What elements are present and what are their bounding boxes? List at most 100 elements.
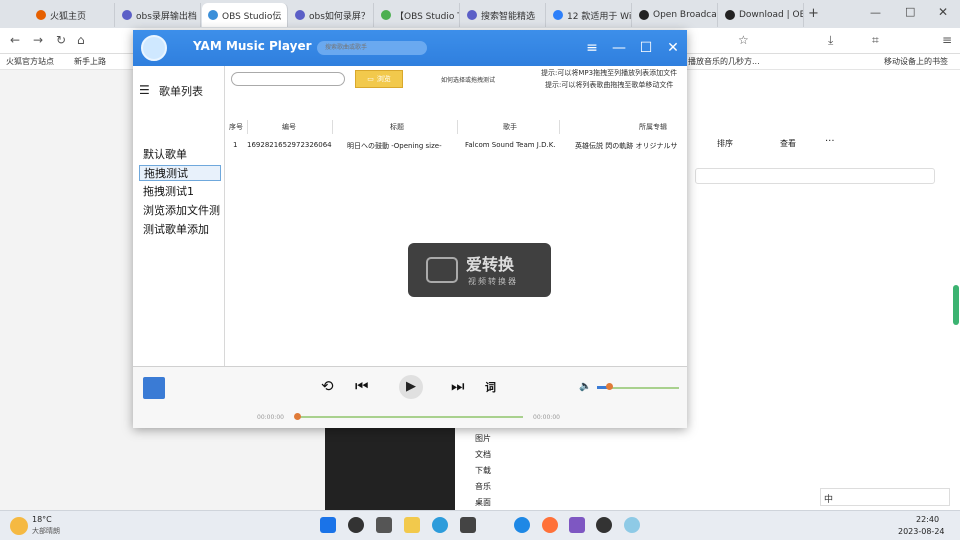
column-separator: [332, 120, 333, 134]
repeat-icon[interactable]: ⟲: [321, 377, 334, 395]
obs-icon[interactable]: [596, 517, 612, 533]
playlist-item-browse-add[interactable]: 浏览添加文件测: [139, 203, 221, 219]
bookmark-item[interactable]: 移动设备上的书签: [884, 56, 948, 67]
browser-icon[interactable]: [514, 517, 530, 533]
github-icon: [639, 10, 649, 20]
bookmark-item[interactable]: 播放音乐的几秒方...: [688, 56, 760, 67]
album-art[interactable]: [143, 377, 165, 399]
cell-id: 1692821652972326064: [247, 141, 332, 149]
title-bar[interactable]: YAM Music Player ≡ — ☐ ✕: [133, 30, 687, 66]
visual-studio-icon[interactable]: [569, 517, 585, 533]
menu-icon[interactable]: ≡: [583, 39, 601, 57]
start-icon[interactable]: [320, 517, 336, 533]
menu-icon[interactable]: ≡: [942, 33, 952, 47]
bookmark-item[interactable]: 火狐官方站点: [6, 56, 54, 67]
close-icon[interactable]: ✕: [938, 5, 948, 19]
task-view-icon[interactable]: [376, 517, 392, 533]
player-controls: ⟲ ⏮ ▶ ⏭ 词 🔈 00:00:00 00:00:00: [133, 366, 687, 428]
store-icon[interactable]: [460, 517, 476, 533]
next-icon[interactable]: ⏭: [451, 377, 465, 395]
music-player-window: YAM Music Player ≡ — ☐ ✕ ☰ 歌单列表 默认歌单 拖拽测…: [133, 30, 687, 428]
browser-tab[interactable]: 12 款适用于 Wi: [547, 3, 632, 27]
song-list-panel: [225, 66, 687, 366]
folder-icon: ▭: [367, 75, 374, 83]
search-input[interactable]: [317, 41, 427, 55]
clock-time: 22:40: [916, 515, 940, 524]
app-title: YAM Music Player: [193, 39, 312, 53]
folder-documents[interactable]: 文档: [475, 449, 491, 460]
star-icon[interactable]: ☆: [738, 33, 749, 47]
download-icon[interactable]: ⤓: [828, 33, 833, 48]
table-row[interactable]: 1 1692821652972326064 明日への鼓動 -Opening si…: [227, 140, 687, 154]
back-icon[interactable]: ←: [10, 33, 20, 47]
crop-icon[interactable]: ⌗: [872, 33, 879, 48]
volume-icon[interactable]: 🔈: [579, 381, 591, 392]
browser-tab[interactable]: Open Broadcas: [633, 3, 718, 27]
video-converter-logo-icon: [426, 257, 458, 283]
progress-slider-track[interactable]: [297, 416, 523, 418]
site-icon: [122, 10, 132, 20]
site-icon: [208, 10, 218, 20]
side-widget[interactable]: [953, 285, 959, 325]
view-button[interactable]: 查看: [780, 138, 796, 149]
file-explorer-icon[interactable]: [404, 517, 420, 533]
folder-music[interactable]: 音乐: [475, 481, 491, 492]
playlist-item-drag-test-1[interactable]: 拖拽测试1: [139, 184, 221, 200]
bookmark-item[interactable]: 新手上路: [74, 56, 106, 67]
playlist-item-test-add[interactable]: 测试歌单添加: [139, 222, 221, 238]
maximize-icon[interactable]: ☐: [637, 39, 655, 57]
home-icon[interactable]: ⌂: [77, 33, 85, 47]
playlist-sidebar: ☰ 歌单列表 默认歌单 拖拽测试 拖拽测试1 浏览添加文件测 测试歌单添加: [133, 66, 225, 366]
browser-tab[interactable]: obs如何录屏？: [289, 3, 374, 27]
firefox-taskbar-icon[interactable]: [542, 517, 558, 533]
column-header-index[interactable]: 序号: [229, 122, 243, 132]
play-button[interactable]: ▶: [399, 375, 423, 399]
folder-downloads[interactable]: 下载: [475, 465, 491, 476]
minimize-icon[interactable]: —: [870, 6, 881, 19]
site-icon: [295, 10, 305, 20]
close-icon[interactable]: ✕: [664, 39, 682, 57]
address-bar[interactable]: [695, 168, 935, 184]
sort-button[interactable]: 排序: [717, 138, 733, 149]
playlist-icon: ☰: [139, 83, 150, 97]
browse-button[interactable]: ▭ 浏览: [355, 70, 403, 88]
browser-tab[interactable]: 【OBS Studio T: [375, 3, 460, 27]
browser-tab[interactable]: 搜索智能精选: [461, 3, 546, 27]
github-icon: [725, 10, 735, 20]
browser-tab[interactable]: 火狐主页: [30, 3, 115, 27]
maximize-icon[interactable]: □: [905, 5, 915, 18]
forward-icon[interactable]: →: [33, 33, 43, 47]
previous-icon[interactable]: ⏮: [355, 377, 369, 395]
column-header-artist[interactable]: 歌手: [503, 122, 517, 132]
folder-pictures[interactable]: 图片: [475, 433, 491, 444]
minimize-icon[interactable]: —: [610, 39, 628, 57]
weather-icon[interactable]: [10, 517, 28, 535]
search-icon[interactable]: [348, 517, 364, 533]
site-icon: [553, 10, 563, 20]
new-tab-icon[interactable]: +: [808, 6, 819, 21]
more-icon[interactable]: ···: [825, 136, 835, 147]
lyrics-button[interactable]: 词: [485, 379, 496, 395]
browser-tab[interactable]: obs录屏输出档: [116, 3, 201, 27]
music-player-taskbar-icon[interactable]: [624, 517, 640, 533]
current-time: 00:00:00: [257, 414, 284, 421]
file-path-input[interactable]: [231, 72, 345, 86]
column-header-title[interactable]: 标题: [390, 122, 404, 132]
firefox-icon: [36, 10, 46, 20]
column-header-id[interactable]: 编号: [282, 122, 296, 132]
reload-icon[interactable]: ↻: [56, 33, 66, 47]
browser-tab-active[interactable]: OBS Studio伝: [202, 3, 288, 27]
table-header: 序号 编号 标题 歌手 所属专辑: [227, 120, 687, 134]
ime-toolbar[interactable]: 中: [820, 488, 950, 506]
weather-temp: 18°C: [32, 515, 52, 524]
cell-title: 明日への鼓動 -Opening size-: [347, 142, 442, 150]
browser-tab[interactable]: Download | OBS: [719, 3, 804, 27]
column-header-album[interactable]: 所属专辑: [639, 122, 667, 132]
playlist-item-default[interactable]: 默认歌单: [139, 147, 221, 163]
playlist-item-drag-test[interactable]: 拖拽测试: [139, 165, 221, 181]
hint-text: 提示:可以将列表歌曲拖拽至歌单移动文件: [545, 81, 674, 89]
column-separator: [457, 120, 458, 134]
progress-slider-handle[interactable]: [294, 413, 301, 420]
folder-desktop[interactable]: 桌面: [475, 497, 491, 508]
edge-icon[interactable]: [432, 517, 448, 533]
